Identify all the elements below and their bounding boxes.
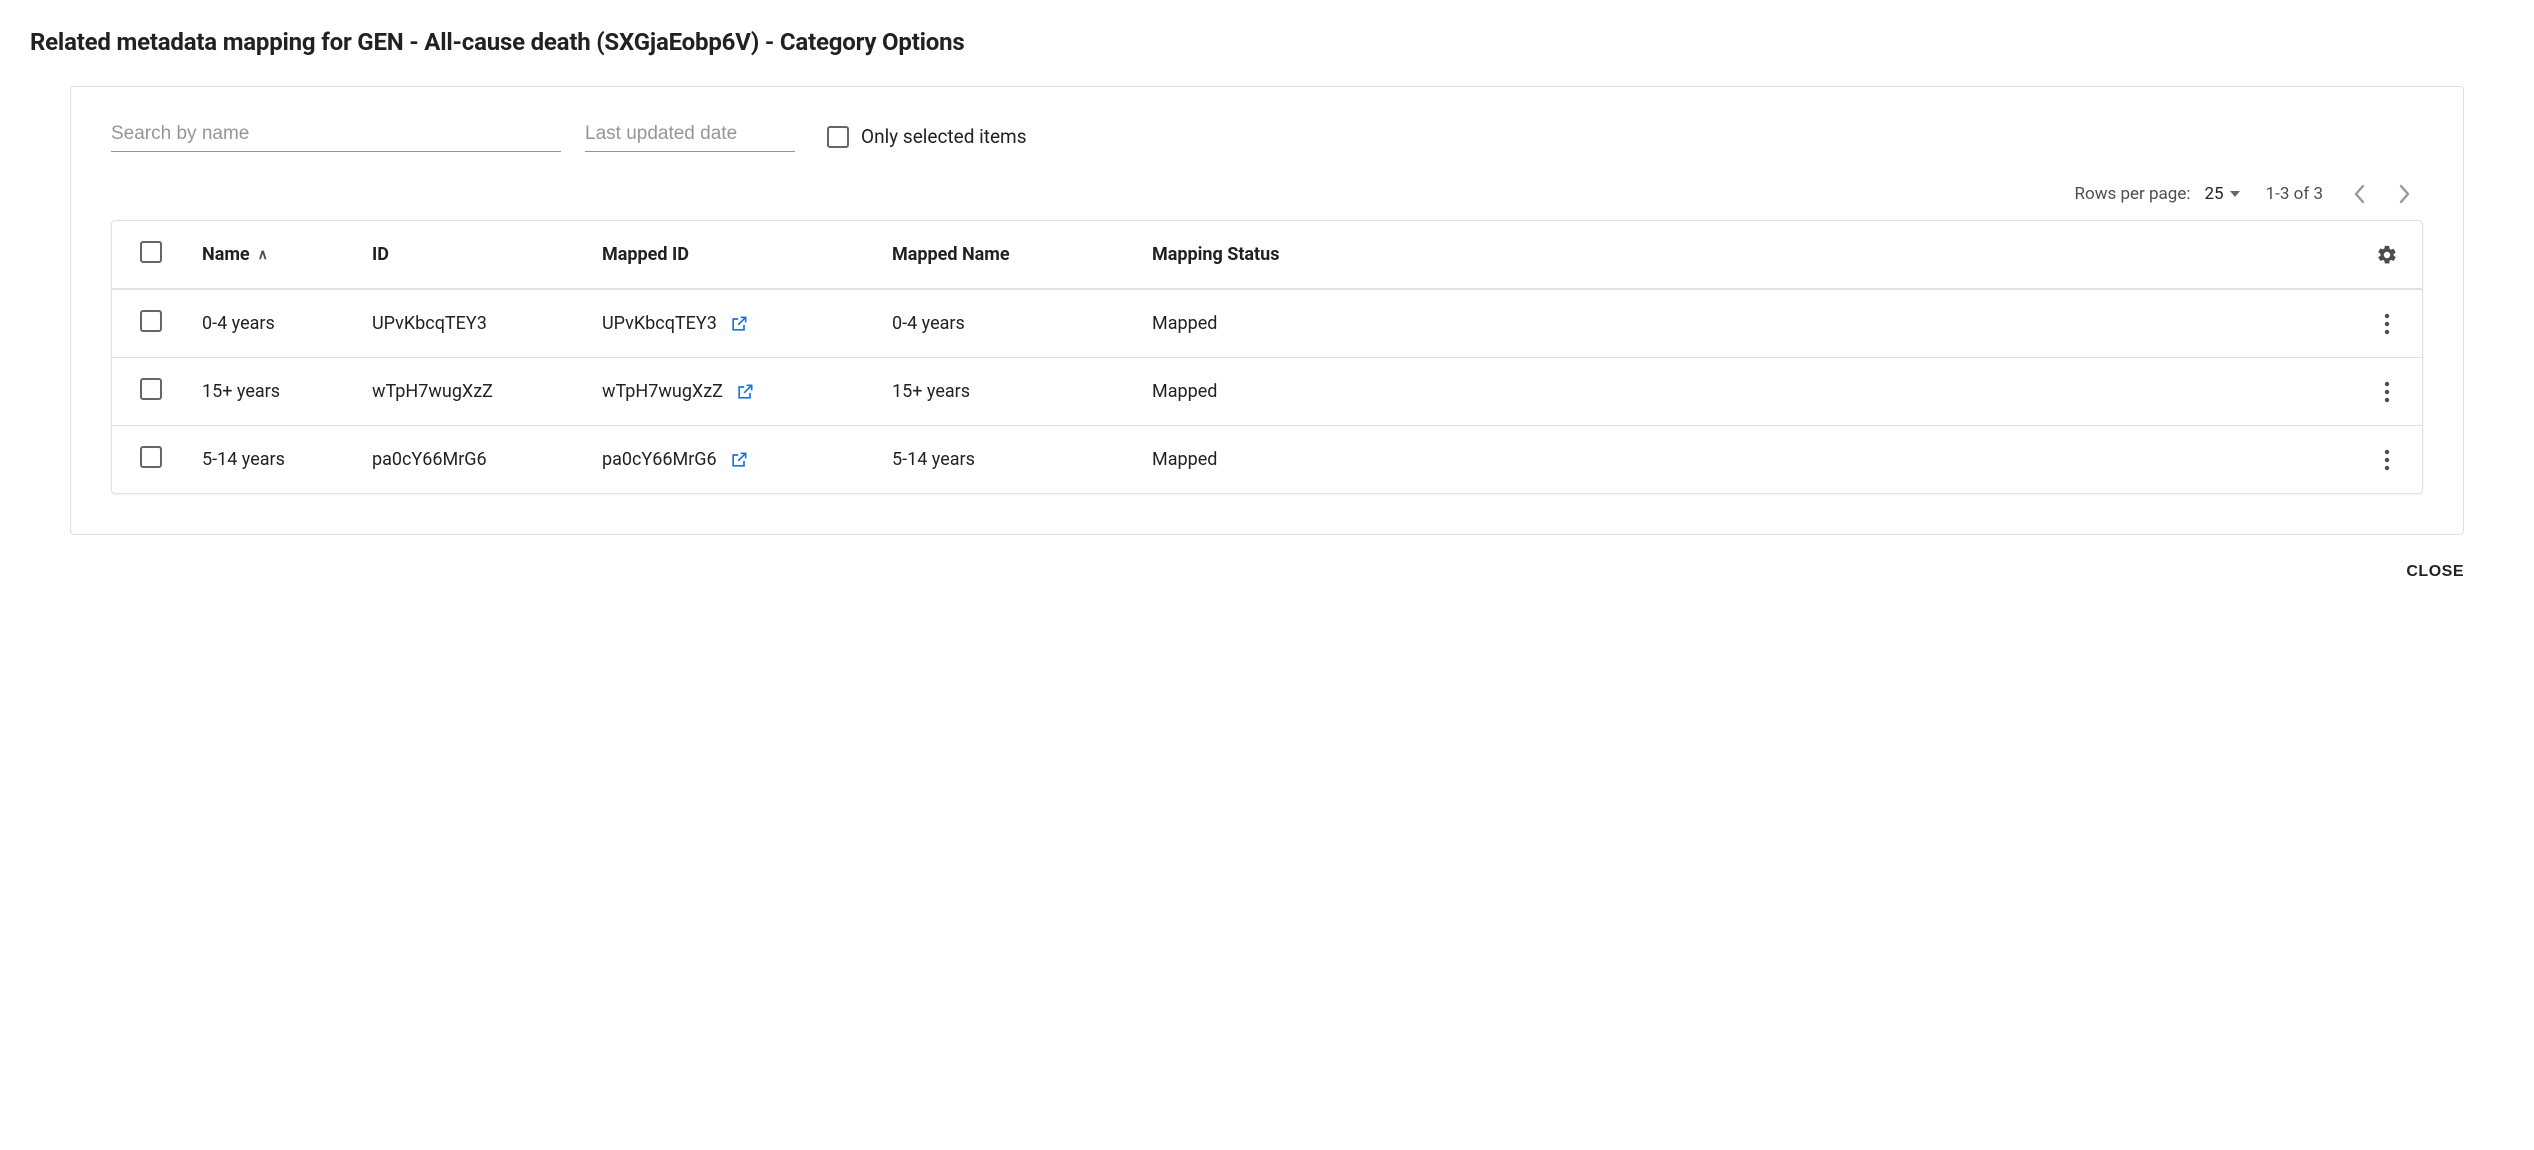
cell-status: Mapped: [1152, 313, 2352, 334]
table-header: Name ∧ ID Mapped ID Mapped Name Mapping …: [112, 221, 2422, 290]
table-row: 0-4 years UPvKbcqTEY3 UPvKbcqTEY3 0-4 ye…: [112, 290, 2422, 358]
row-checkbox[interactable]: [140, 378, 162, 400]
cell-mapped-id: pa0cY66MrG6: [602, 449, 892, 470]
select-all-checkbox[interactable]: [140, 241, 162, 263]
more-vert-icon: [2384, 449, 2390, 471]
cell-name: 0-4 years: [202, 313, 372, 334]
row-actions-button[interactable]: [2352, 449, 2422, 471]
open-mapped-id-button[interactable]: [735, 382, 755, 402]
cell-id: wTpH7wugXzZ: [372, 381, 602, 402]
table: Name ∧ ID Mapped ID Mapped Name Mapping …: [111, 220, 2423, 494]
rows-per-page: Rows per page: 25: [2075, 184, 2240, 204]
dialog: Related metadata mapping for GEN - All-c…: [0, 0, 2534, 609]
open-in-new-icon: [735, 382, 755, 402]
row-checkbox[interactable]: [140, 446, 162, 468]
table-row: 5-14 years pa0cY66MrG6 pa0cY66MrG6 5-14 …: [112, 426, 2422, 493]
more-vert-icon: [2384, 381, 2390, 403]
column-header-mapped-name[interactable]: Mapped Name: [892, 244, 1152, 265]
row-actions-button[interactable]: [2352, 313, 2422, 335]
rows-per-page-select[interactable]: 25: [2204, 184, 2239, 204]
table-settings-button[interactable]: [2352, 244, 2422, 266]
cell-mapped-id: wTpH7wugXzZ: [602, 381, 892, 402]
column-header-id[interactable]: ID: [372, 244, 602, 265]
table-row: 15+ years wTpH7wugXzZ wTpH7wugXzZ 15+ ye…: [112, 358, 2422, 426]
column-header-mapped-id[interactable]: Mapped ID: [602, 244, 892, 265]
cell-id: pa0cY66MrG6: [372, 449, 602, 470]
chevron-right-icon: [2399, 184, 2411, 204]
rows-per-page-label: Rows per page:: [2075, 184, 2191, 204]
only-selected-filter: Only selected items: [827, 125, 1027, 152]
open-in-new-icon: [729, 314, 749, 334]
cell-mapped-name: 5-14 years: [892, 449, 1152, 470]
chevron-left-icon: [2353, 184, 2365, 204]
cell-status: Mapped: [1152, 449, 2352, 470]
dropdown-icon: [2230, 191, 2240, 197]
open-in-new-icon: [729, 450, 749, 470]
cell-mapped-name: 15+ years: [892, 381, 1152, 402]
next-page-button[interactable]: [2395, 180, 2415, 208]
more-vert-icon: [2384, 313, 2390, 335]
only-selected-label: Only selected items: [861, 125, 1027, 148]
sort-asc-icon: ∧: [258, 247, 268, 263]
only-selected-checkbox[interactable]: [827, 126, 849, 148]
prev-page-button[interactable]: [2349, 180, 2369, 208]
pager: Rows per page: 25 1-3 of 3: [71, 160, 2463, 220]
row-checkbox[interactable]: [140, 310, 162, 332]
filters-bar: Only selected items: [71, 117, 2463, 160]
pager-range: 1-3 of 3: [2266, 184, 2323, 204]
open-mapped-id-button[interactable]: [729, 314, 749, 334]
content-card: Only selected items Rows per page: 25 1-…: [70, 86, 2464, 535]
cell-status: Mapped: [1152, 381, 2352, 402]
column-header-status[interactable]: Mapping Status: [1152, 244, 2352, 265]
gear-icon: [2376, 244, 2398, 266]
cell-mapped-name: 0-4 years: [892, 313, 1152, 334]
last-updated-date-input[interactable]: [585, 117, 795, 152]
open-mapped-id-button[interactable]: [729, 450, 749, 470]
close-button[interactable]: CLOSE: [2396, 555, 2474, 589]
cell-name: 5-14 years: [202, 449, 372, 470]
search-input[interactable]: [111, 117, 561, 152]
dialog-footer: CLOSE: [30, 535, 2504, 599]
cell-mapped-id: UPvKbcqTEY3: [602, 313, 892, 334]
rows-per-page-value: 25: [2204, 184, 2223, 204]
cell-id: UPvKbcqTEY3: [372, 313, 602, 334]
row-actions-button[interactable]: [2352, 381, 2422, 403]
cell-name: 15+ years: [202, 381, 372, 402]
dialog-title: Related metadata mapping for GEN - All-c…: [30, 28, 2504, 56]
column-header-name[interactable]: Name ∧: [202, 244, 372, 265]
